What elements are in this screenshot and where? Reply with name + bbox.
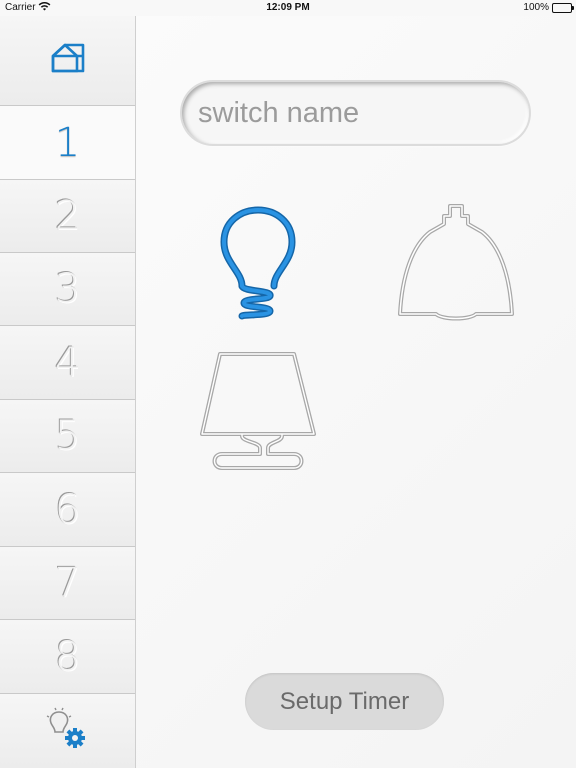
sidebar-item-7[interactable]: 7	[0, 547, 135, 620]
sidebar-item-5[interactable]: 5	[0, 400, 135, 473]
sidebar-item-label: 2	[54, 193, 81, 239]
sidebar-item-label: 7	[54, 560, 81, 606]
sidebar-item-label: 3	[54, 266, 81, 312]
sidebar-item-settings[interactable]	[0, 694, 135, 768]
clock-time: 12:09 PM	[266, 2, 310, 13]
battery-icon	[552, 3, 574, 13]
lamp-bulb-button[interactable]	[214, 204, 304, 322]
sidebar-item-2[interactable]: 2	[0, 180, 135, 253]
sidebar-item-3[interactable]: 3	[0, 253, 135, 326]
sidebar-item-8[interactable]: 8	[0, 620, 135, 694]
sidebar: 1 2 3 4 5 6 7 8	[0, 16, 136, 768]
sidebar-item-1[interactable]: 1	[0, 106, 135, 180]
sidebar-item-home[interactable]	[0, 16, 135, 106]
light-bulb-icon	[214, 206, 304, 326]
lamp-pendant-button[interactable]	[394, 202, 518, 322]
switch-name-field[interactable]	[182, 82, 529, 144]
home-icon	[49, 41, 87, 80]
settings-gear-icon	[45, 706, 91, 757]
lamp-table-button[interactable]	[198, 350, 318, 474]
setup-timer-button[interactable]: Setup Timer	[245, 673, 444, 730]
sidebar-item-label: 1	[54, 119, 81, 166]
main-panel: Setup Timer	[136, 16, 576, 768]
battery-percentage: 100%	[523, 2, 549, 13]
sidebar-item-6[interactable]: 6	[0, 473, 135, 547]
pendant-lamp-icon	[394, 204, 518, 326]
sidebar-item-label: 4	[54, 339, 81, 386]
sidebar-item-4[interactable]: 4	[0, 326, 135, 400]
table-lamp-icon	[198, 352, 318, 478]
switch-name-input[interactable]	[198, 96, 498, 130]
sidebar-item-label: 5	[54, 413, 81, 459]
status-bar: Carrier 12:09 PM 100%	[0, 0, 576, 16]
sidebar-item-label: 6	[54, 486, 81, 533]
sidebar-item-label: 8	[54, 633, 81, 680]
